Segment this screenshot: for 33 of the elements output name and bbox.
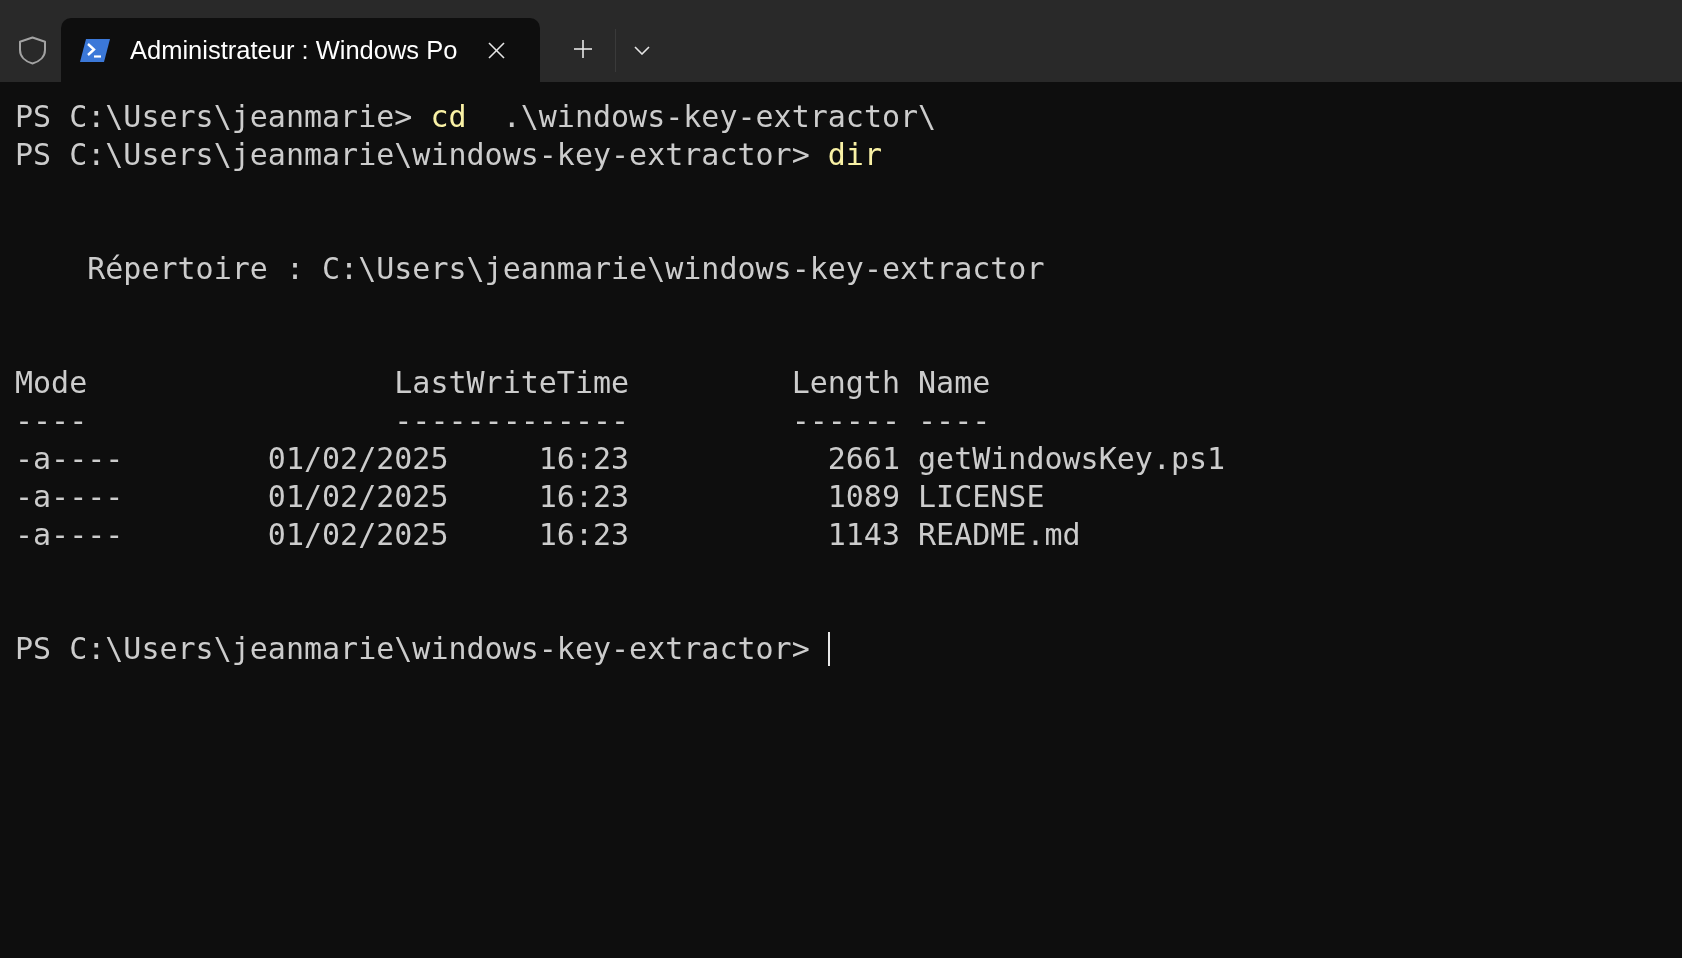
table-cell: -a----: [15, 516, 124, 554]
close-icon: [488, 41, 505, 59]
prompt-line: PS C:\Users\jeanmarie\windows-key-extractor> dir: [15, 136, 882, 174]
table-cell: 01/02/2025: [267, 478, 449, 516]
column-underline: -------------: [394, 402, 630, 440]
plus-icon: [574, 40, 592, 58]
prompt-line: PS C:\Users\jeanmarie\windows-key-extractor>: [15, 630, 810, 668]
table-cell: LICENSE: [918, 478, 1045, 516]
table-cell: -a----: [15, 478, 124, 516]
table-cell: 16:23: [538, 478, 630, 516]
column-underline: ----: [918, 402, 991, 440]
column-header: Length: [791, 364, 900, 402]
prompt-line: PS C:\Users\jeanmarie> cd .\windows-key-extractor\: [15, 98, 937, 136]
prompt-icon: [80, 39, 110, 62]
table-cell: README.md: [918, 516, 1081, 554]
table-cell: 16:23: [538, 440, 630, 478]
table-cell: -a----: [15, 440, 124, 478]
directory-heading: Répertoire : C:\Users\jeanmarie\windows-key-extractor: [87, 250, 1045, 288]
table-cell: 2661: [827, 440, 900, 478]
table-cell: 1143: [827, 516, 900, 554]
table-cell: getWindowsKey.ps1: [918, 440, 1226, 478]
table-cell: 01/02/2025: [267, 516, 449, 554]
column-underline: ------: [791, 402, 900, 440]
column-underline: ----: [15, 402, 88, 440]
terminal-tab[interactable]: Administrateur : Windows Po: [61, 18, 540, 82]
shield-icon: [18, 35, 47, 65]
table-cell: 01/02/2025: [267, 440, 449, 478]
column-header: Name: [918, 364, 991, 402]
column-header: LastWriteTime: [394, 364, 630, 402]
table-cell: 1089: [827, 478, 900, 516]
column-header: Mode: [15, 364, 88, 402]
chevron-down-icon: [634, 45, 650, 55]
table-cell: 16:23: [538, 516, 630, 554]
